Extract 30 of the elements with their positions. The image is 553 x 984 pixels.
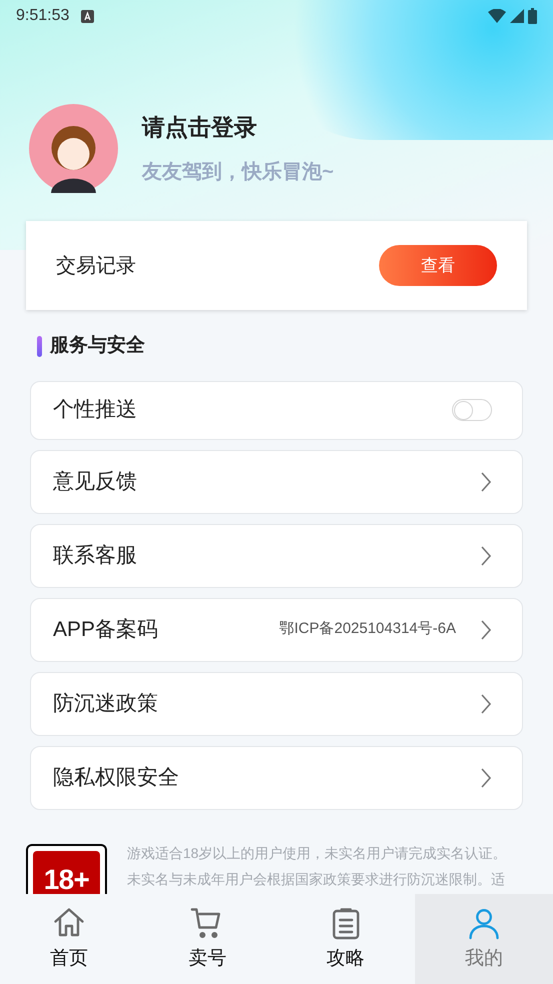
settings-row[interactable]: 防沉迷政策 xyxy=(30,672,523,736)
chevron-right-icon xyxy=(480,544,492,566)
status-time: 9:51:53 xyxy=(16,6,70,26)
age-rating-badge: 18+ xyxy=(26,844,107,896)
section-title: 服务与安全 xyxy=(50,334,145,358)
wifi-icon xyxy=(488,9,506,23)
age-notice: 游戏适合18岁以上的用户使用，未实名用户请完成实名认证。 未实名与未成年用户会根据国家政策要求进行防沉迷限制。适 xyxy=(127,844,507,888)
section-marker xyxy=(37,336,42,357)
nav-tab[interactable]: 卖号 xyxy=(138,894,276,984)
settings-row[interactable]: 意见反馈 xyxy=(30,450,523,514)
chevron-right-icon xyxy=(480,470,492,492)
nav-tab[interactable]: 攻略 xyxy=(276,894,415,984)
icp-number: 鄂ICP备2025104314号-6A xyxy=(279,619,456,640)
chevron-right-icon xyxy=(480,692,492,714)
chevron-right-icon xyxy=(480,766,492,788)
signal-icon xyxy=(510,9,524,23)
toggle-switch[interactable] xyxy=(452,399,492,421)
welcome-text: 友友驾到，快乐冒泡~ xyxy=(142,160,334,185)
notification-icon xyxy=(81,10,94,22)
login-prompt[interactable]: 请点击登录 xyxy=(142,110,334,145)
transaction-label: 交易记录 xyxy=(56,254,136,278)
settings-row[interactable]: APP备案码 鄂ICP备2025104314号-6A xyxy=(30,598,523,662)
settings-row[interactable]: 联系客服 xyxy=(30,524,523,588)
battery-icon xyxy=(528,8,537,24)
nav-tab[interactable]: 首页 xyxy=(0,894,138,984)
view-button[interactable]: 查看 xyxy=(379,245,497,286)
nav-tab[interactable]: 我的 xyxy=(414,894,553,984)
settings-row[interactable]: 隐私权限安全 xyxy=(30,746,523,810)
chevron-right-icon xyxy=(480,618,492,640)
settings-row[interactable]: 个性推送 xyxy=(30,380,523,440)
